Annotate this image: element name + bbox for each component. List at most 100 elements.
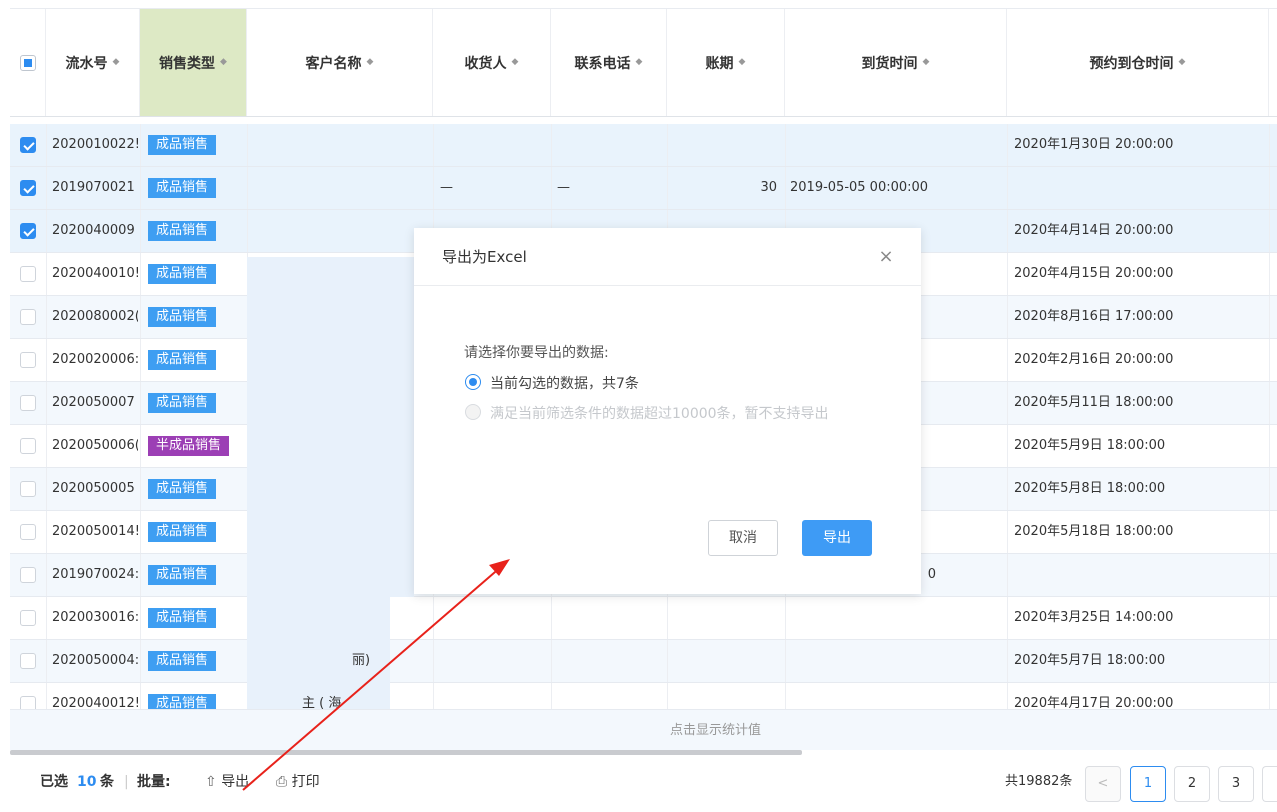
- batch-export-button[interactable]: ⇧ 导出: [205, 756, 249, 808]
- column-divider: [1007, 425, 1008, 467]
- column-header-serial[interactable]: 流水号 ◆: [46, 9, 140, 116]
- column-divider: [1007, 382, 1008, 424]
- option-selected-label[interactable]: 当前勾选的数据，共7条: [490, 373, 639, 393]
- row-checkbox[interactable]: [20, 653, 36, 669]
- column-header-receiver[interactable]: 收货人 ◆: [433, 9, 551, 116]
- batch-print-button[interactable]: ⎙ 打印: [276, 756, 320, 808]
- sales-type-tag: 成品销售: [148, 350, 217, 370]
- column-divider: [140, 425, 141, 467]
- appointment-time-cell: 2020年5月11日 18:00:00: [1014, 395, 1174, 410]
- phone-cell: —: [557, 180, 570, 195]
- arrival-time-cell: [790, 640, 1004, 682]
- page-1-button[interactable]: 1: [1130, 766, 1166, 802]
- column-divider: [433, 167, 434, 209]
- sort-icon[interactable]: ◆: [739, 58, 746, 67]
- receiver-cell: [440, 640, 540, 682]
- row-checkbox[interactable]: [20, 180, 36, 196]
- prev-page-button[interactable]: <: [1085, 766, 1121, 802]
- column-header-label: 收货人: [464, 55, 507, 72]
- table-row[interactable]: 2020030016: 成品销售 2020年3月25日 14:00:00: [10, 597, 1277, 640]
- column-header-arrival[interactable]: 到货时间 ◆: [785, 9, 1007, 116]
- column-divider: [46, 425, 47, 467]
- radio-selected-data[interactable]: [465, 374, 481, 390]
- appointment-time-cell: 2020年8月16日 17:00:00: [1014, 309, 1174, 324]
- show-stats-link[interactable]: 点击显示统计值: [670, 710, 761, 750]
- appointment-time-cell: 2020年4月14日 20:00:00: [1014, 223, 1174, 238]
- phone-cell: [557, 124, 657, 166]
- row-checkbox[interactable]: [20, 395, 36, 411]
- horizontal-scrollbar[interactable]: [10, 750, 802, 755]
- sort-icon[interactable]: ◆: [220, 58, 227, 67]
- batch-export-label: 导出: [221, 774, 250, 790]
- row-checkbox[interactable]: [20, 610, 36, 626]
- row-checkbox[interactable]: [20, 438, 36, 454]
- select-all-checkbox[interactable]: [19, 54, 36, 71]
- column-divider: [140, 296, 141, 338]
- serial-number-cell: 2020010022!: [52, 137, 138, 152]
- column-header-customer[interactable]: 客户名称 ◆: [247, 9, 433, 116]
- row-checkbox[interactable]: [20, 137, 36, 153]
- next-page-button[interactable]: [1262, 766, 1277, 802]
- row-checkbox[interactable]: [20, 266, 36, 282]
- appointment-time-cell: 2020年3月25日 14:00:00: [1014, 610, 1174, 625]
- confirm-export-button[interactable]: 导出: [802, 520, 872, 556]
- row-checkbox[interactable]: [20, 309, 36, 325]
- sort-icon[interactable]: ◆: [1179, 58, 1186, 67]
- column-header-label: 客户名称: [305, 55, 362, 72]
- column-divider: [247, 210, 248, 252]
- table-row[interactable]: 2020050004: 成品销售 2020年5月7日 18:00:00: [10, 640, 1277, 683]
- receiver-cell: [440, 597, 540, 639]
- row-checkbox[interactable]: [20, 524, 36, 540]
- table-row[interactable]: 2020010022! 成品销售 2020年1月30日 20:00:00: [10, 124, 1277, 167]
- page-3-button[interactable]: 3: [1218, 766, 1254, 802]
- column-header-term[interactable]: 账期 ◆: [667, 9, 785, 116]
- sales-type-tag: 成品销售: [148, 393, 217, 413]
- sales-type-tag: 成品销售: [148, 522, 217, 542]
- sales-type-cell: 成品销售: [148, 253, 247, 295]
- appointment-time-cell: [1014, 554, 1264, 596]
- batch-print-label: 打印: [291, 774, 320, 790]
- sort-icon[interactable]: ◆: [367, 58, 374, 67]
- column-header-phone[interactable]: 联系电话 ◆: [551, 9, 667, 116]
- sort-icon[interactable]: ◆: [113, 58, 120, 67]
- stats-row[interactable]: 点击显示统计值: [10, 709, 1277, 750]
- sales-type-cell: 半成品销售: [148, 425, 247, 467]
- row-checkbox[interactable]: [20, 567, 36, 583]
- row-checkbox[interactable]: [20, 223, 36, 239]
- page-2-button[interactable]: 2: [1174, 766, 1210, 802]
- column-header-appointment[interactable]: 预约到仓时间 ◆: [1007, 9, 1269, 116]
- serial-number-cell: 2020050004:: [52, 653, 138, 668]
- column-header-label: 账期: [705, 55, 734, 72]
- table-row[interactable]: 2019070021 成品销售 — — 30 2019-05-05 00:00:00: [10, 167, 1277, 210]
- serial-number-cell: 2020050006(: [52, 438, 138, 453]
- cancel-button[interactable]: 取消: [708, 520, 778, 556]
- column-divider: [551, 167, 552, 209]
- sales-type-cell: 成品销售: [148, 468, 247, 510]
- sort-icon[interactable]: ◆: [512, 58, 519, 67]
- serial-number-cell: 2019070021: [52, 180, 135, 195]
- column-divider: [1269, 210, 1270, 252]
- sort-icon[interactable]: ◆: [923, 58, 930, 67]
- sales-type-tag: 半成品销售: [148, 436, 230, 456]
- column-divider: [785, 597, 786, 639]
- close-icon[interactable]: ×: [871, 242, 901, 272]
- appointment-time-cell: 2020年5月18日 18:00:00: [1014, 524, 1174, 539]
- column-header-label: 到货时间: [861, 55, 918, 72]
- sort-icon[interactable]: ◆: [636, 58, 643, 67]
- column-divider: [1269, 511, 1270, 553]
- row-checkbox[interactable]: [20, 352, 36, 368]
- serial-number-cell: 2020040009: [52, 223, 135, 238]
- row-checkbox[interactable]: [20, 481, 36, 497]
- serial-number-cell: 2020020006:: [52, 352, 138, 367]
- sales-type-tag: 成品销售: [148, 608, 217, 628]
- column-divider: [140, 597, 141, 639]
- column-divider: [46, 210, 47, 252]
- column-divider: [46, 468, 47, 510]
- column-divider: [1007, 554, 1008, 596]
- arrival-time-cell: [790, 597, 1004, 639]
- column-header-sales-type[interactable]: 销售类型 ◆: [140, 9, 247, 116]
- column-divider: [140, 253, 141, 295]
- column-divider: [433, 597, 434, 639]
- serial-number-cell: 2019070024:: [52, 567, 138, 582]
- sales-type-cell: 成品销售: [148, 597, 247, 639]
